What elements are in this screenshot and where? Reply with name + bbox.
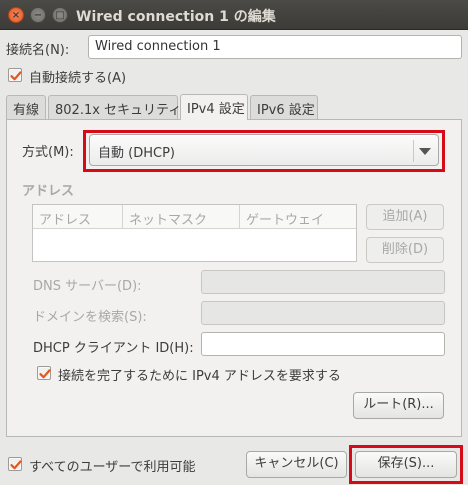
- checkmark-icon: [10, 71, 22, 81]
- combo-separator: [413, 140, 414, 162]
- routes-button[interactable]: ルート(R)...: [353, 392, 444, 419]
- save-button[interactable]: 保存(S)...: [355, 451, 457, 478]
- method-value: 自動 (DHCP): [98, 146, 175, 161]
- method-label: 方式(M):: [22, 145, 74, 160]
- column-netmask: ネットマスク: [123, 205, 240, 229]
- minimize-icon[interactable]: −: [30, 7, 46, 23]
- method-combobox[interactable]: 自動 (DHCP): [89, 134, 439, 166]
- auto-connect-checkbox[interactable]: [8, 68, 22, 82]
- title-bar: × − □ Wired connection 1 の編集: [0, 0, 468, 30]
- dropdown-arrow-icon: [419, 148, 431, 155]
- dhcp-client-id-label: DHCP クライアント ID(H):: [33, 341, 194, 356]
- maximize-icon[interactable]: □: [52, 7, 68, 23]
- all-users-checkbox[interactable]: [8, 457, 22, 471]
- cancel-button[interactable]: キャンセル(C): [246, 451, 347, 478]
- connection-name-label: 接続名(N):: [6, 43, 70, 58]
- all-users-label: すべてのユーザーで利用可能: [29, 460, 196, 475]
- require-ipv4-checkbox[interactable]: [37, 366, 51, 380]
- address-table[interactable]: アドレス ネットマスク ゲートウェイ: [32, 204, 357, 262]
- checkmark-icon: [39, 369, 51, 379]
- tab-wired[interactable]: 有線: [6, 95, 46, 119]
- require-ipv4-label: 接続を完了するために IPv4 アドレスを要求する: [58, 369, 341, 384]
- column-gateway: ゲートウェイ: [240, 205, 356, 229]
- dhcp-client-id-input[interactable]: [201, 332, 445, 356]
- search-domains-label: ドメインを検索(S):: [33, 310, 147, 325]
- connection-name-input[interactable]: Wired connection 1: [88, 35, 462, 59]
- dns-servers-input[interactable]: [201, 270, 445, 294]
- tab-8021x-security[interactable]: 802.1x セキュリティ: [48, 95, 181, 119]
- tab-ipv4-settings[interactable]: IPv4 設定: [180, 94, 248, 120]
- tab-ipv6-settings[interactable]: IPv6 設定: [250, 95, 318, 119]
- search-domains-input[interactable]: [201, 301, 445, 325]
- addresses-heading: アドレス: [22, 184, 75, 199]
- window-title: Wired connection 1 の編集: [76, 9, 276, 25]
- delete-address-button[interactable]: 削除(D): [366, 237, 444, 263]
- close-icon[interactable]: ×: [8, 7, 24, 23]
- dns-servers-label: DNS サーバー(D):: [33, 279, 142, 294]
- column-address: アドレス: [33, 205, 123, 229]
- add-address-button[interactable]: 追加(A): [366, 204, 444, 230]
- auto-connect-label: 自動接続する(A): [29, 71, 127, 86]
- checkmark-icon: [10, 460, 22, 470]
